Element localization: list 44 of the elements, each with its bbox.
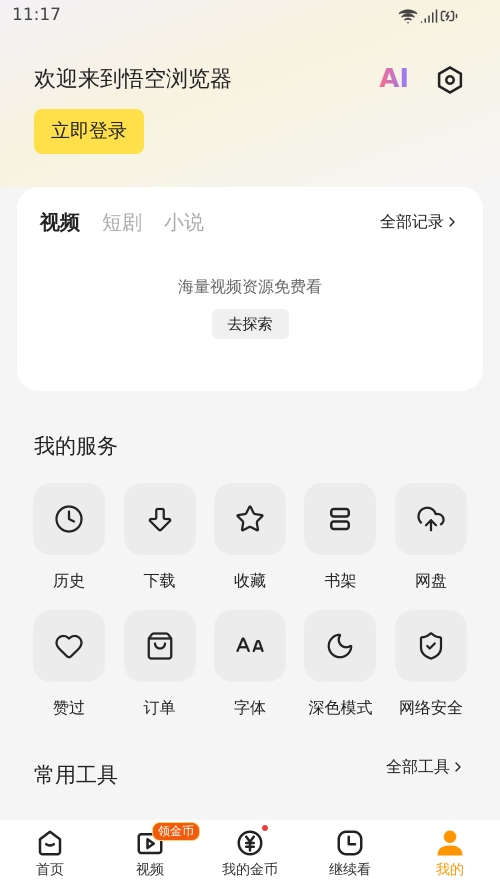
coin-badge: 领金币 xyxy=(152,822,200,841)
clock-icon xyxy=(54,504,84,534)
service-label: 网盘 xyxy=(414,570,447,592)
service-label: 下载 xyxy=(144,570,176,592)
signal-icon xyxy=(420,7,438,25)
settings-icon[interactable] xyxy=(435,64,465,94)
cloud-upload-icon xyxy=(416,504,446,534)
all-records-link[interactable]: 全部记录 xyxy=(380,210,460,234)
service-label: 赞过 xyxy=(53,696,86,718)
nav-tab[interactable]: 我的金币 xyxy=(222,828,278,881)
service-label: 书架 xyxy=(324,570,356,592)
service-item[interactable]: 下载 xyxy=(114,482,205,592)
service-item[interactable]: 收藏 xyxy=(204,482,296,592)
status-time: 11:17 xyxy=(12,4,61,28)
clock-icon xyxy=(335,828,365,858)
bag-icon xyxy=(144,630,175,660)
user-icon xyxy=(435,828,465,858)
service-item[interactable]: 赞过 xyxy=(24,610,114,720)
all-tools-link[interactable]: 全部工具 xyxy=(386,755,466,780)
service-item[interactable]: 历史 xyxy=(24,482,114,592)
service-label: 深色模式 xyxy=(308,696,372,718)
moon-icon xyxy=(325,630,356,660)
login-button[interactable]: 立即登录 xyxy=(34,109,144,154)
service-item[interactable]: 订单 xyxy=(114,610,205,720)
welcome-title: 欢迎来到悟空浏览器 xyxy=(34,66,232,94)
service-label: 订单 xyxy=(144,696,176,718)
service-item[interactable]: 网络安全 xyxy=(386,610,476,720)
service-label: 字体 xyxy=(234,696,266,718)
service-label: 收藏 xyxy=(234,570,266,592)
tools-title: 常用工具 xyxy=(34,762,118,788)
services-title: 我的服务 xyxy=(34,434,118,458)
nav-tab[interactable]: 继续看 xyxy=(329,828,371,881)
history-tab[interactable]: 视频 xyxy=(40,207,80,237)
star-icon xyxy=(234,504,265,534)
service-item[interactable]: 网盘 xyxy=(386,482,476,592)
service-item[interactable]: 书架 xyxy=(295,482,386,592)
yen-coin-icon xyxy=(235,828,265,858)
service-label: 历史 xyxy=(53,570,86,592)
service-label: 网络安全 xyxy=(398,696,463,718)
service-item[interactable]: 深色模式 xyxy=(295,610,386,720)
empty-hint: 海量视频资源免费看 xyxy=(178,276,322,298)
nav-tab[interactable]: 首页 xyxy=(35,828,65,881)
service-item[interactable]: 字体 xyxy=(204,610,296,720)
explore-button[interactable]: 去探索 xyxy=(212,309,288,339)
